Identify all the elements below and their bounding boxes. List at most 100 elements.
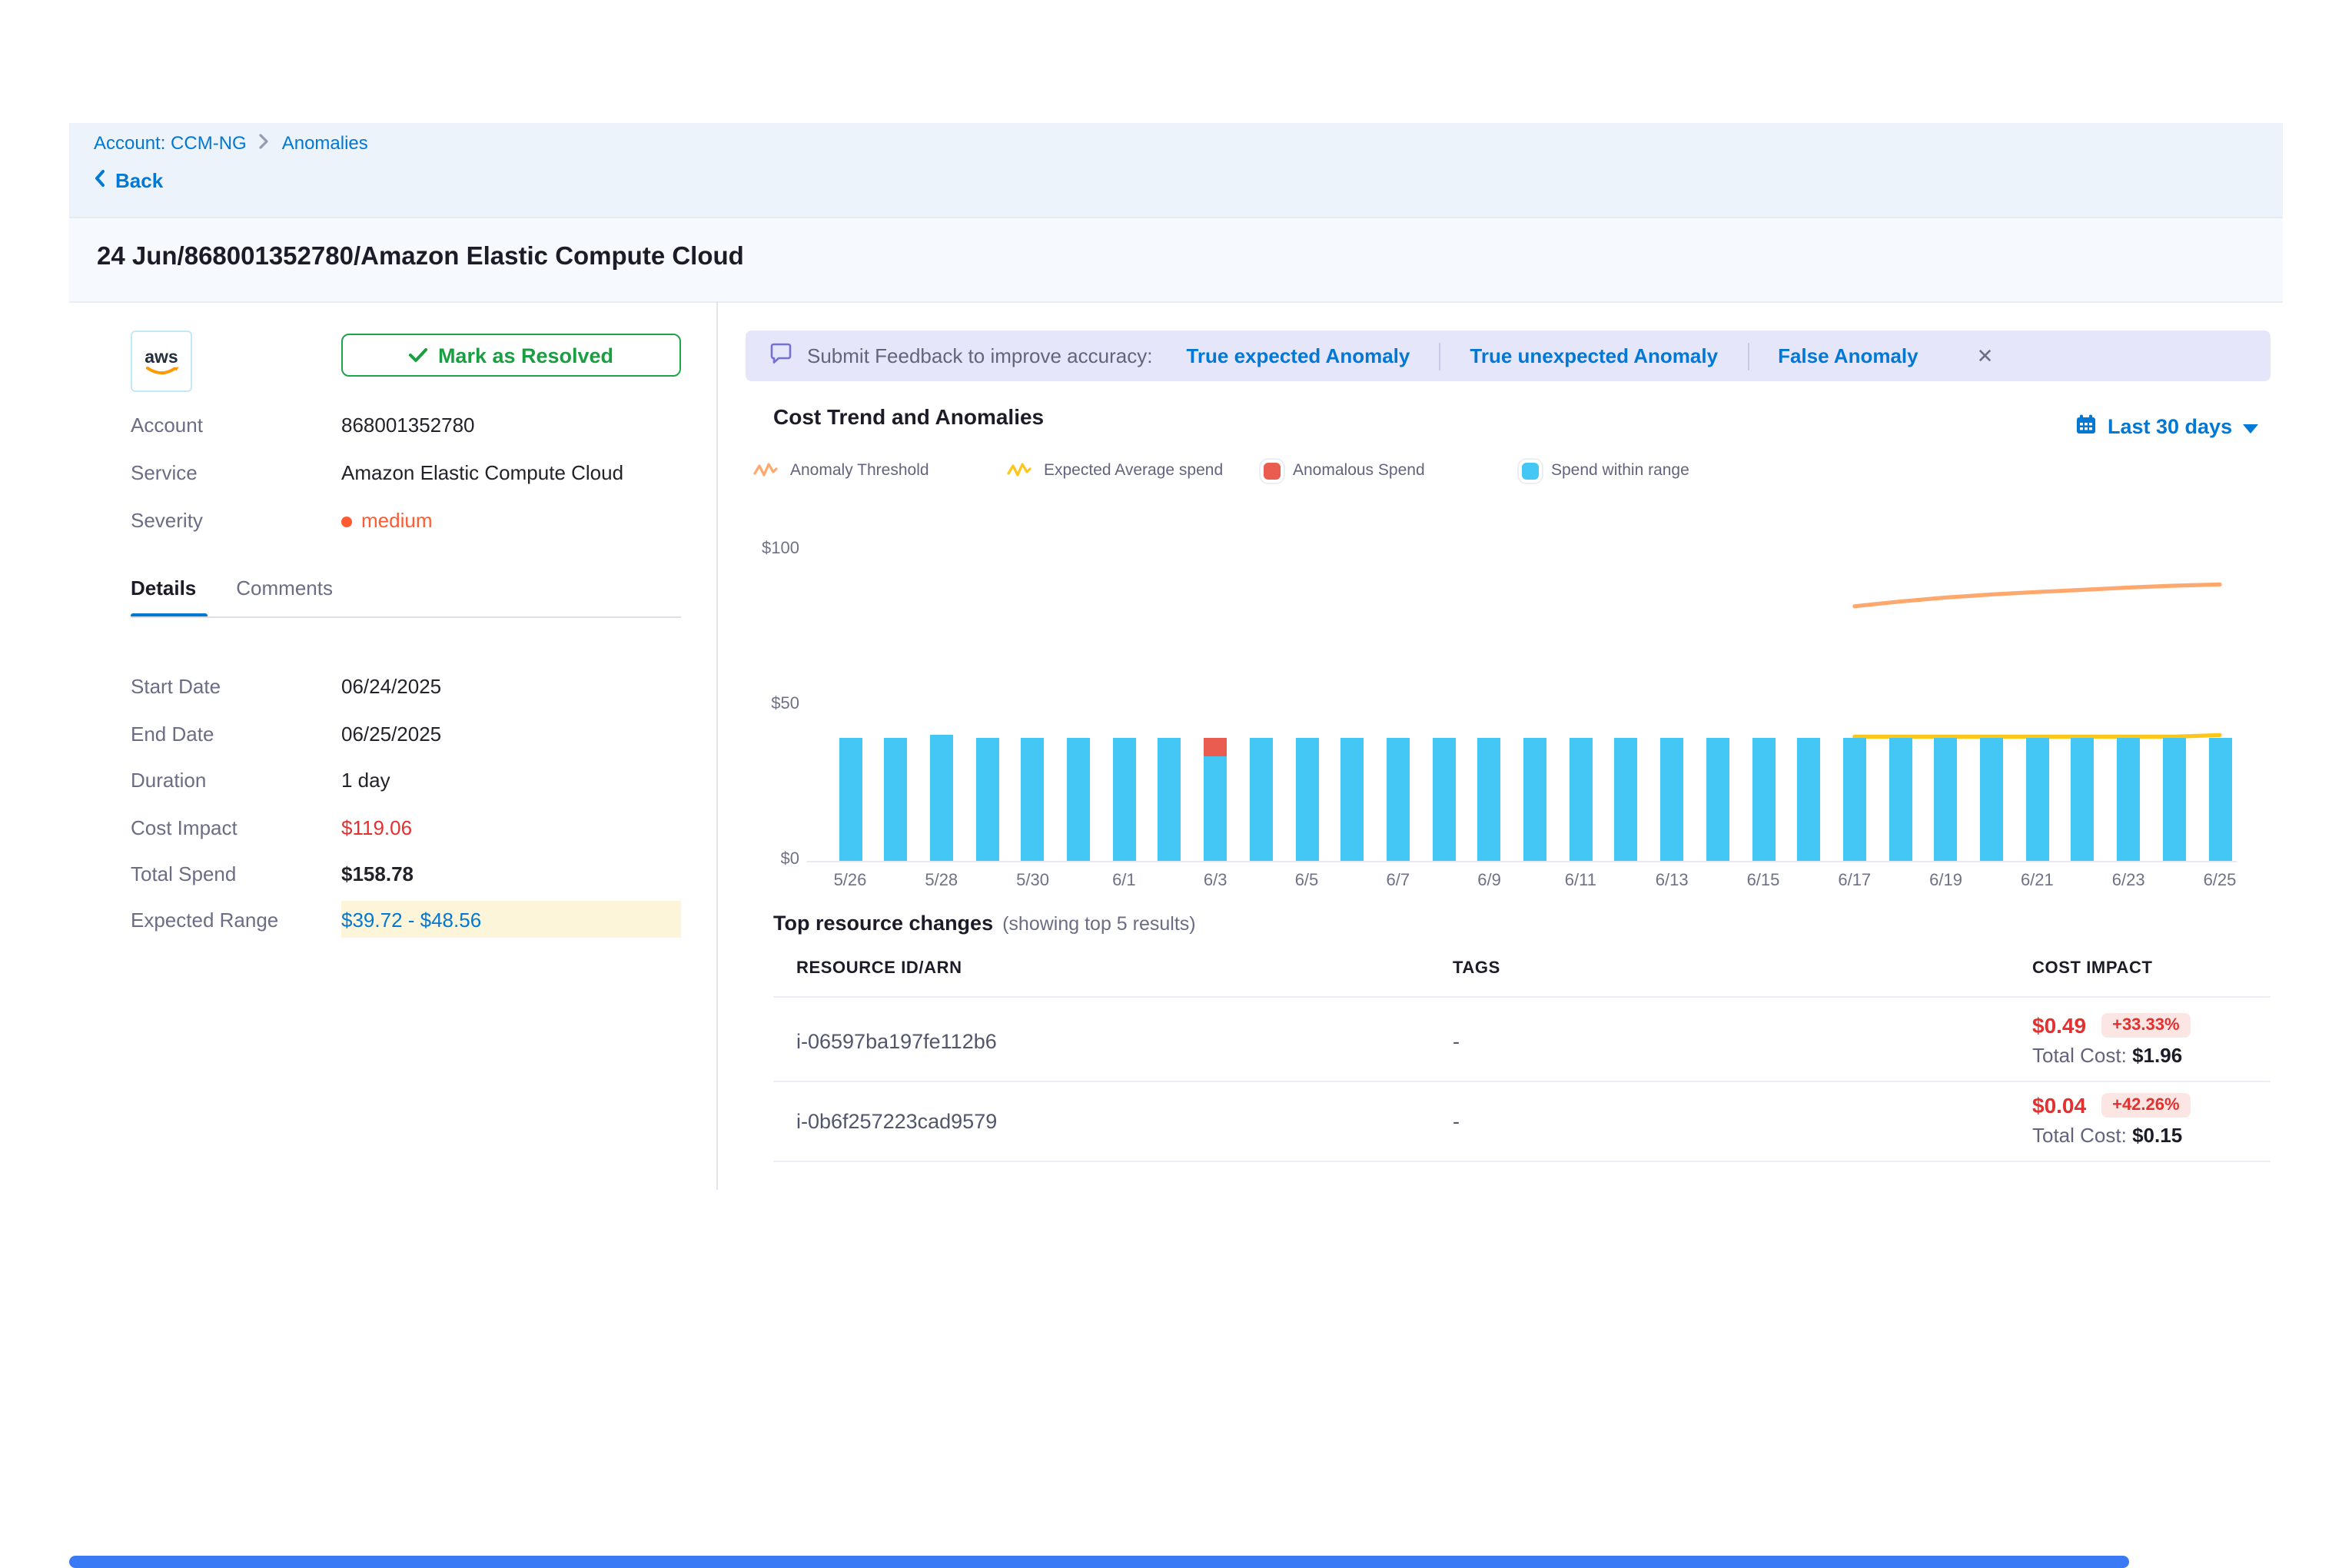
total-spend-value: $158.78 — [341, 862, 414, 885]
legend-expected-average[interactable]: Expected Average spend — [1007, 461, 1223, 480]
tab-comments[interactable]: Comments — [236, 576, 333, 600]
breadcrumb-account-link[interactable]: Account: CCM-NG — [94, 132, 247, 154]
x-axis-label: 5/28 — [911, 872, 972, 890]
bar-6/15 — [1752, 738, 1775, 861]
x-axis-label: 6/19 — [1915, 872, 1977, 890]
bar-6/25 — [2208, 738, 2231, 861]
x-axis-label: 5/26 — [819, 872, 881, 890]
resolve-button-label: Mark as Resolved — [438, 344, 613, 367]
field-label: End Date — [131, 722, 341, 745]
bar-6/20 — [1980, 738, 2003, 861]
legend-anomaly-threshold[interactable]: Anomaly Threshold — [753, 461, 929, 480]
x-axis-label: 6/5 — [1276, 872, 1337, 890]
legend-label: Spend within range — [1551, 461, 1689, 480]
resource-id-cell: i-06597ba197fe112b6 — [796, 1030, 997, 1053]
legend-line-swatch — [753, 461, 778, 480]
severity-row: Severity medium — [131, 501, 681, 538]
field-label: Cost Impact — [131, 816, 341, 839]
calendar-icon — [2075, 414, 2097, 440]
bar-6/12 — [1615, 738, 1638, 861]
x-axis-label: 6/15 — [1732, 872, 1794, 890]
bar-6/8 — [1432, 738, 1455, 861]
y-axis-label: $100 — [746, 540, 799, 558]
horizontal-scrollbar-thumb[interactable] — [69, 1556, 2129, 1568]
field-value: 06/24/2025 — [341, 674, 441, 697]
bar-6/24 — [2163, 738, 2186, 861]
aws-provider-logo: aws — [131, 331, 192, 392]
resource-table-title: Top resource changes (showing top 5 resu… — [773, 912, 1196, 935]
back-button[interactable]: Back — [94, 169, 163, 192]
cost-trend-chart: $0$50$1005/265/285/306/16/36/56/76/96/11… — [746, 530, 2271, 899]
bar-6/5 — [1295, 738, 1318, 861]
bar-5/28 — [930, 735, 953, 861]
table-divider — [773, 1081, 2271, 1082]
field-value: 06/25/2025 — [341, 722, 441, 745]
bar-5/27 — [884, 738, 907, 861]
mark-as-resolved-button[interactable]: Mark as Resolved — [341, 334, 681, 377]
table-divider — [773, 996, 2271, 998]
cost-impact-cell: $0.04 +42.26% Total Cost: $0.15 — [2032, 1093, 2191, 1147]
cost-impact-amount: $0.49 — [2032, 1013, 2086, 1038]
feedback-option-true-unexpected[interactable]: True unexpected Anomaly — [1470, 344, 1718, 367]
x-axis-label: 6/7 — [1367, 872, 1429, 890]
service-row: Service Amazon Elastic Compute Cloud — [131, 453, 681, 490]
feedback-divider — [1439, 342, 1440, 370]
bar-6/1 — [1112, 738, 1135, 861]
x-axis-label: 6/3 — [1184, 872, 1246, 890]
legend-label: Expected Average spend — [1044, 461, 1223, 480]
breadcrumb-anomalies-link[interactable]: Anomalies — [282, 132, 368, 154]
feedback-option-true-expected[interactable]: True expected Anomaly — [1186, 344, 1410, 367]
aws-icon: aws — [140, 343, 183, 380]
tab-details[interactable]: Details — [131, 576, 196, 600]
field-row-start-date: Start Date 06/24/2025 — [131, 667, 681, 704]
check-icon — [409, 344, 427, 367]
tags-cell: - — [1453, 1030, 1460, 1053]
total-cost-label: Total Cost: — [2032, 1044, 2127, 1067]
feedback-option-false-anomaly[interactable]: False Anomaly — [1778, 344, 1918, 367]
expected-range-value: $39.72 - $48.56 — [341, 908, 481, 931]
resource-id-cell: i-0b6f257223cad9579 — [796, 1110, 997, 1133]
time-range-picker[interactable]: Last 30 days — [2075, 414, 2258, 440]
bar-6/21 — [2025, 738, 2048, 861]
chevron-down-icon — [2243, 424, 2258, 433]
back-label: Back — [115, 169, 163, 192]
field-row-duration: Duration 1 day — [131, 761, 681, 798]
cost-impact-amount: $0.04 — [2032, 1093, 2086, 1118]
header-band — [69, 123, 2283, 218]
chat-bubble-icon — [769, 341, 793, 370]
severity-label: Severity — [131, 508, 341, 531]
anomaly-details-page: Account: CCM-NG Anomalies Back 24 Jun/86… — [0, 0, 2352, 1568]
bar-6/14 — [1706, 738, 1729, 861]
bar-6/19 — [1935, 738, 1958, 861]
panel-divider — [716, 301, 718, 1190]
account-value: 868001352780 — [341, 413, 475, 436]
bar-6/3 — [1204, 757, 1227, 861]
table-divider — [773, 1161, 2271, 1162]
x-axis-label: 6/9 — [1459, 872, 1520, 890]
field-label: Total Spend — [131, 862, 341, 885]
cost-impact-cell: $0.49 +33.33% Total Cost: $1.96 — [2032, 1013, 2191, 1067]
breadcrumb: Account: CCM-NG Anomalies — [94, 132, 368, 154]
feedback-close-icon[interactable]: ✕ — [1977, 344, 1994, 368]
field-row-cost-impact: Cost Impact $119.06 — [131, 809, 681, 845]
bar-6/11 — [1569, 738, 1592, 861]
x-axis-label: 6/21 — [2006, 872, 2068, 890]
table-title-text: Top resource changes — [773, 912, 993, 935]
cost-impact-value: $119.06 — [341, 816, 412, 839]
service-value: Amazon Elastic Compute Cloud — [341, 460, 623, 483]
feedback-divider — [1747, 342, 1749, 370]
severity-dot-icon — [341, 516, 352, 527]
field-label: Duration — [131, 768, 341, 791]
x-axis-label: 6/11 — [1550, 872, 1611, 890]
chevron-left-icon — [94, 169, 106, 192]
bar-6/16 — [1797, 738, 1820, 861]
tab-divider — [131, 616, 681, 618]
account-row: Account 868001352780 — [131, 406, 681, 443]
legend-spend-within-range[interactable]: Spend within range — [1522, 461, 1689, 480]
bar-6/17 — [1843, 738, 1866, 861]
legend-anomalous-spend[interactable]: Anomalous Spend — [1264, 461, 1425, 480]
y-axis-label: $0 — [746, 850, 799, 869]
time-range-label: Last 30 days — [2108, 415, 2232, 438]
bar-6/4 — [1250, 738, 1273, 861]
total-cost-value: $0.15 — [2132, 1124, 2182, 1147]
